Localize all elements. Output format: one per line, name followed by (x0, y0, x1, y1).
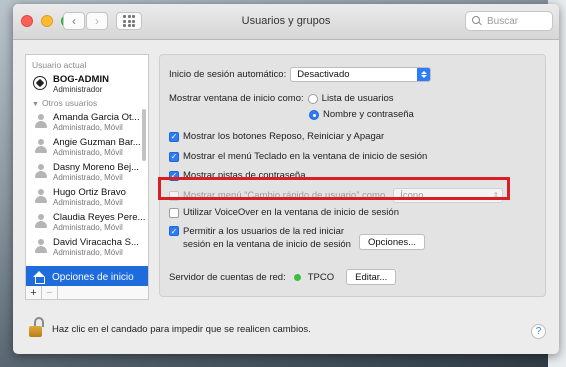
list-item[interactable]: Amanda Garcia Ot... Administrado, Móvil (26, 109, 148, 134)
status-dot-icon (293, 273, 301, 281)
person-icon (35, 164, 47, 179)
popup-arrows-icon (417, 68, 431, 81)
soccer-ball-avatar-icon (33, 76, 47, 90)
edit-button[interactable]: Editar... (346, 269, 397, 285)
user-name: BOG-ADMIN (53, 74, 109, 85)
login-options-item[interactable]: Opciones de inicio (26, 266, 148, 288)
user-name: David Viracacha S... (53, 237, 139, 248)
user-list-label: Lista de usuarios (321, 93, 394, 104)
house-icon (32, 270, 46, 284)
auto-login-value: Desactivado (297, 69, 350, 80)
options-button-row: Opciones... (359, 234, 426, 250)
login-options-panel: Inicio de sesión automático: Desactivado… (159, 54, 546, 297)
user-role: Administrado, Móvil (53, 198, 123, 207)
user-name: Amanda Garcia Ot... (53, 112, 140, 123)
network-users-checkbox[interactable]: ✓ (169, 226, 179, 236)
login-options-label: Opciones de inicio (52, 271, 134, 283)
auto-login-label: Inicio de sesión automático: (169, 69, 287, 80)
current-user-heading: Usuario actual (32, 60, 87, 70)
network-users-text: Permitir a los usuarios de la red inicia… (183, 225, 351, 251)
user-role: Administrado, Móvil (53, 123, 123, 132)
title-bar: ‹ › Usuarios y grupos (13, 4, 559, 40)
person-icon (35, 214, 47, 229)
lock-icon[interactable] (29, 317, 45, 339)
lock-message: Haz clic en el candado para impedir que … (52, 324, 311, 335)
list-item[interactable]: Claudia Reyes Pere... Administrado, Móvi… (26, 209, 148, 234)
remove-user-button[interactable]: − (42, 286, 58, 299)
other-users-heading[interactable]: ▼ Otros usuarios (26, 96, 148, 109)
user-role: Administrador (53, 85, 103, 94)
network-users-row: ✓ Permitir a los usuarios de la red inic… (169, 225, 351, 251)
voiceover-label: Utilizar VoiceOver en la ventana de inic… (183, 207, 399, 218)
person-icon (35, 239, 47, 254)
network-users-label-line2: sesión en la ventana de inicio de sesión (183, 239, 351, 250)
network-server-label: Servidor de cuentas de red: (169, 271, 286, 283)
network-server-row: Servidor de cuentas de red: TPCO Editar.… (169, 269, 397, 285)
other-users-label: Otros usuarios (41, 98, 98, 108)
sleep-restart-row: ✓ Mostrar los botones Reposo, Reiniciar … (169, 131, 384, 142)
voiceover-row: Utilizar VoiceOver en la ventana de inic… (169, 207, 399, 218)
users-sidebar: Usuario actual BOG-ADMIN Administrador ▼… (25, 54, 149, 300)
name-password-label: Nombre y contraseña (323, 109, 414, 120)
auto-login-popup[interactable]: Desactivado (290, 67, 432, 82)
user-name: Claudia Reyes Pere... (53, 212, 146, 223)
user-role: Administrado, Móvil (53, 223, 123, 232)
show-window-label: Mostrar ventana de inicio como: (169, 93, 304, 104)
sleep-restart-checkbox[interactable]: ✓ (169, 131, 179, 142)
user-name: Hugo Ortiz Bravo (53, 187, 126, 198)
list-item[interactable]: David Viracacha S... Administrado, Móvil (26, 234, 148, 259)
show-window-row: Mostrar ventana de inicio como: Lista de… (169, 93, 393, 104)
auto-login-row: Inicio de sesión automático: Desactivado (169, 67, 432, 82)
person-icon (35, 189, 47, 204)
voiceover-checkbox[interactable] (169, 207, 179, 218)
input-menu-checkbox[interactable]: ✓ (169, 151, 179, 162)
user-name: Dasny Moreno Bej... (53, 162, 140, 173)
input-menu-row: ✓ Mostrar el menú Teclado en la ventana … (169, 151, 427, 162)
user-name: Angie Guzman Bar... (53, 137, 141, 148)
network-server-value: TPCO (307, 271, 335, 283)
user-list-radio[interactable] (307, 93, 318, 104)
add-user-button[interactable]: + (26, 286, 42, 299)
sleep-restart-label: Mostrar los botones Reposo, Reiniciar y … (183, 131, 385, 142)
name-password-radio[interactable] (309, 109, 319, 120)
red-highlight-box (158, 177, 510, 200)
person-icon (35, 114, 47, 129)
search-field[interactable] (465, 11, 553, 31)
search-icon (472, 16, 482, 26)
search-input[interactable] (487, 15, 549, 27)
current-user-item[interactable]: BOG-ADMIN Administrador (26, 71, 148, 96)
options-button[interactable]: Opciones... (359, 234, 426, 250)
person-icon (35, 139, 47, 154)
user-role: Administrado, Móvil (53, 148, 123, 157)
name-password-row: Nombre y contraseña (309, 109, 414, 120)
network-users-label-line1: Permitir a los usuarios de la red inicia… (183, 226, 345, 237)
list-item[interactable]: Dasny Moreno Bej... Administrado, Móvil (26, 159, 148, 184)
other-users-list: Amanda Garcia Ot... Administrado, Móvil … (26, 109, 148, 259)
user-role: Administrado, Móvil (53, 173, 123, 182)
disclosure-triangle-icon: ▼ (32, 101, 39, 108)
list-item[interactable]: Angie Guzman Bar... Administrado, Móvil (26, 134, 148, 159)
user-role: Administrado, Móvil (53, 248, 123, 257)
sidebar-toolbar: + − (25, 286, 149, 300)
help-button[interactable]: ? (531, 324, 546, 339)
list-item[interactable]: Hugo Ortiz Bravo Administrado, Móvil (26, 184, 148, 209)
input-menu-label: Mostrar el menú Teclado en la ventana de… (183, 151, 428, 162)
